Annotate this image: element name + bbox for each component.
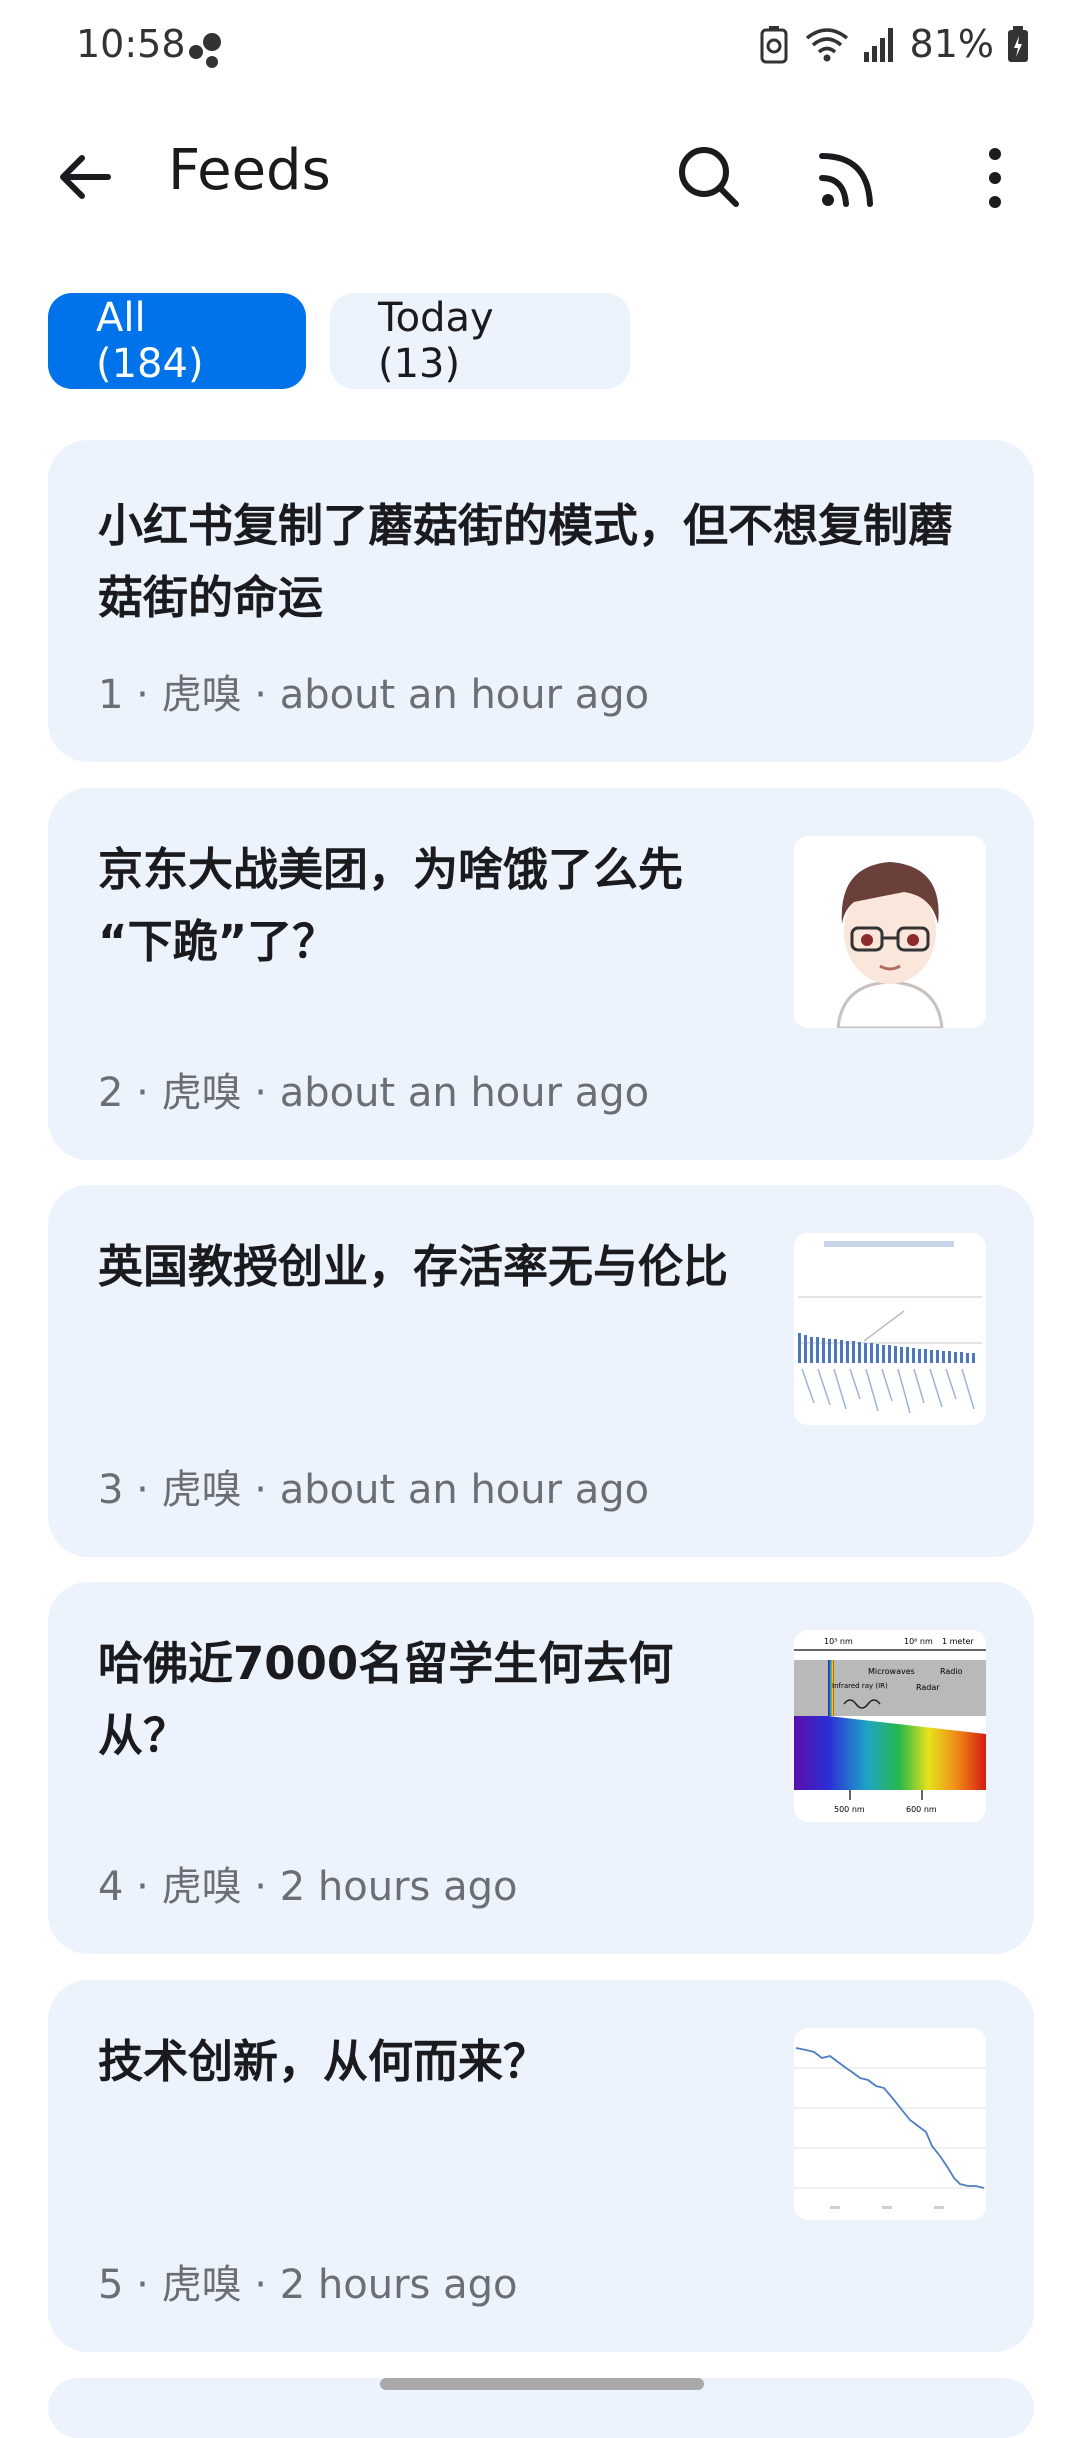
spectrum-label: 500 nm <box>834 1805 865 1814</box>
feed-meta: 2 · 虎嗅 · about an hour ago <box>98 1070 650 1116</box>
spectrum-label: 600 nm <box>906 1805 937 1814</box>
feed-card[interactable]: 小红书复制了蘑菇街的模式，但不想复制蘑 菇街的命运 1 · 虎嗅 · about… <box>48 440 1034 762</box>
rss-icon[interactable] <box>812 138 892 218</box>
spectrum-thumbnail: 10³ nm 10⁶ nm 1 meter Microwaves Radio I… <box>794 1630 986 1822</box>
feed-card[interactable]: 哈佛近7000名留学生何去何 从？ 10³ nm 10⁶ nm 1 meter <box>48 1582 1034 1954</box>
signal-icon <box>863 28 893 62</box>
feed-title: 技术创新，从何而来？ <box>98 2035 549 2088</box>
search-icon[interactable] <box>670 138 750 218</box>
more-vert-icon[interactable] <box>960 138 1030 218</box>
feed-title: 哈佛近7000名留学生何去何 从？ <box>98 1637 674 1762</box>
filter-chips: All (184) Today (13) <box>48 293 630 389</box>
feed-meta: 3 · 虎嗅 · about an hour ago <box>98 1467 650 1513</box>
avatar-illustration <box>794 836 986 1028</box>
feed-meta: 4 · 虎嗅 · 2 hours ago <box>98 1864 518 1910</box>
status-right: 81% <box>756 22 1030 66</box>
spectrum-label: Microwaves <box>868 1667 915 1676</box>
feed-meta: 1 · 虎嗅 · about an hour ago <box>98 672 650 718</box>
battery-icon <box>1008 26 1028 62</box>
spectrum-diagram-image: 10³ nm 10⁶ nm 1 meter Microwaves Radio I… <box>794 1630 986 1822</box>
feed-meta: 5 · 虎嗅 · 2 hours ago <box>98 2262 518 2308</box>
feed-card[interactable]: 技术创新，从何而来？ 5 · 虎嗅 · 2 hours ago <box>48 1980 1034 2352</box>
spectrum-label: 10⁶ nm <box>904 1637 933 1646</box>
feed-card[interactable]: 英国教授创业，存活率无与伦比 3 · 虎嗅 · about an hour ag… <box>48 1185 1034 1557</box>
feed-title: 小红书复制了蘑菇街的模式，但不想复制蘑 菇街的命运 <box>98 499 954 624</box>
filter-today-chip[interactable]: Today (13) <box>330 293 630 389</box>
status-bar: 10:58 81% <box>0 0 1080 100</box>
dots-icon <box>189 33 221 68</box>
feed-card[interactable]: 京东大战美团，为啥饿了么先 “下跪”了？ 2 · 虎嗅 · about an h… <box>48 788 1034 1160</box>
bar-chart-image <box>794 1233 986 1425</box>
line-chart-thumbnail <box>794 2028 986 2220</box>
bar-chart-thumbnail <box>794 1233 986 1425</box>
spectrum-label: Infrared ray (IR) <box>832 1682 888 1690</box>
feed-title: 京东大战美团，为啥饿了么先 “下跪”了？ <box>98 843 684 968</box>
wifi-icon <box>805 28 848 62</box>
page-title: Feeds <box>168 138 331 203</box>
spectrum-label: Radio <box>940 1667 963 1676</box>
app-bar: Feeds <box>0 120 1080 230</box>
line-chart-image <box>794 2028 986 2220</box>
status-time: 10:58 <box>76 22 186 66</box>
battery-percent: 81% <box>909 22 994 66</box>
feed-title: 英国教授创业，存活率无与伦比 <box>98 1240 729 1293</box>
spectrum-label: 1 meter <box>942 1637 974 1646</box>
back-arrow-icon[interactable] <box>50 142 120 212</box>
spectrum-label: Radar <box>916 1683 940 1692</box>
spectrum-label: 10³ nm <box>824 1637 853 1646</box>
home-indicator[interactable] <box>380 2378 704 2390</box>
filter-all-chip[interactable]: All (184) <box>48 293 306 389</box>
avatar-thumbnail <box>794 836 986 1028</box>
recycle-battery-icon <box>760 26 788 64</box>
